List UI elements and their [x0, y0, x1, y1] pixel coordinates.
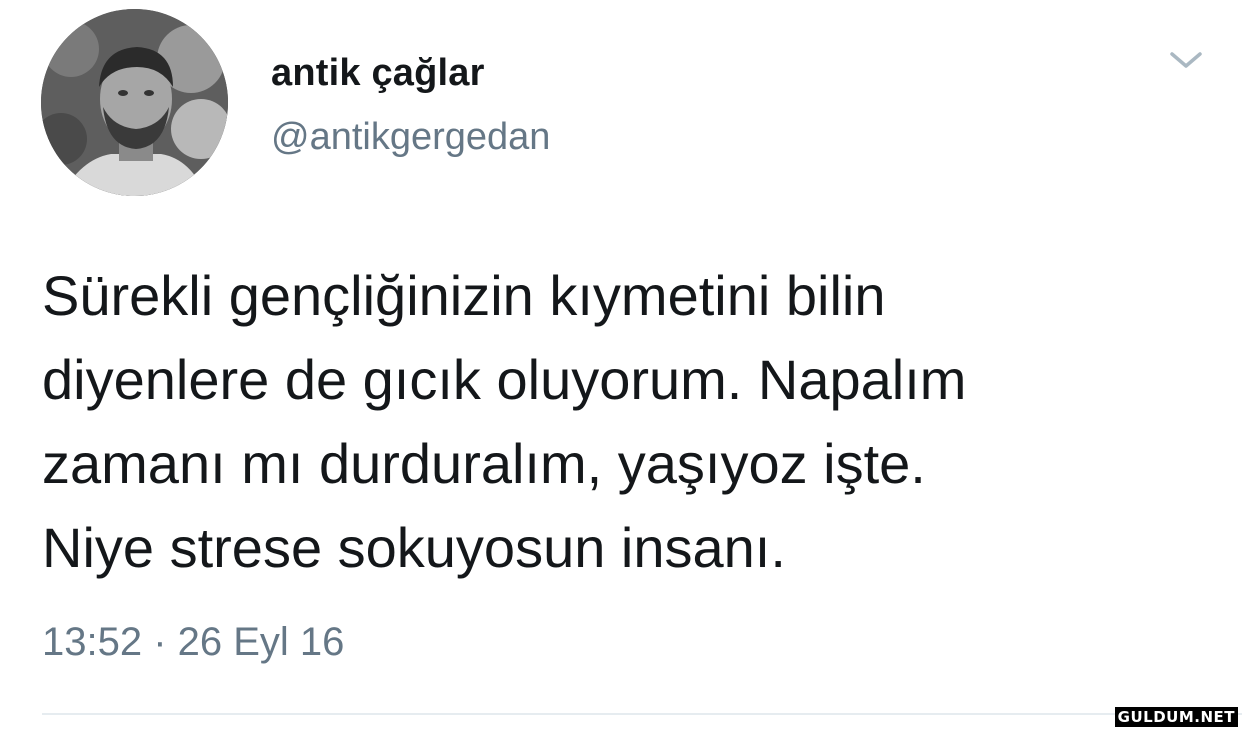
tweet-text: Sürekli gençliğinizin kıymetini bilin di…	[42, 254, 1212, 590]
tweet-line: zamanı mı durduralım, yaşıyoz işte.	[42, 432, 926, 495]
tweet-line: Sürekli gençliğinizin kıymetini bilin	[42, 264, 886, 327]
avatar[interactable]	[41, 9, 228, 196]
divider	[42, 713, 1242, 715]
profile-photo-icon	[41, 9, 228, 196]
tweet-line: diyenlere de gıcık oluyorum. Napalım	[42, 348, 967, 411]
tweet-line: Niye strese sokuyosun insanı.	[42, 516, 786, 579]
user-handle[interactable]: @antikgergedan	[271, 116, 550, 159]
tweet-timestamp[interactable]: 13:52 · 26 Eyl 16	[42, 620, 344, 665]
display-name[interactable]: antik çağlar	[271, 52, 485, 95]
chevron-down-icon[interactable]	[1168, 48, 1204, 72]
watermark: GULDUM.NET	[1114, 707, 1238, 727]
